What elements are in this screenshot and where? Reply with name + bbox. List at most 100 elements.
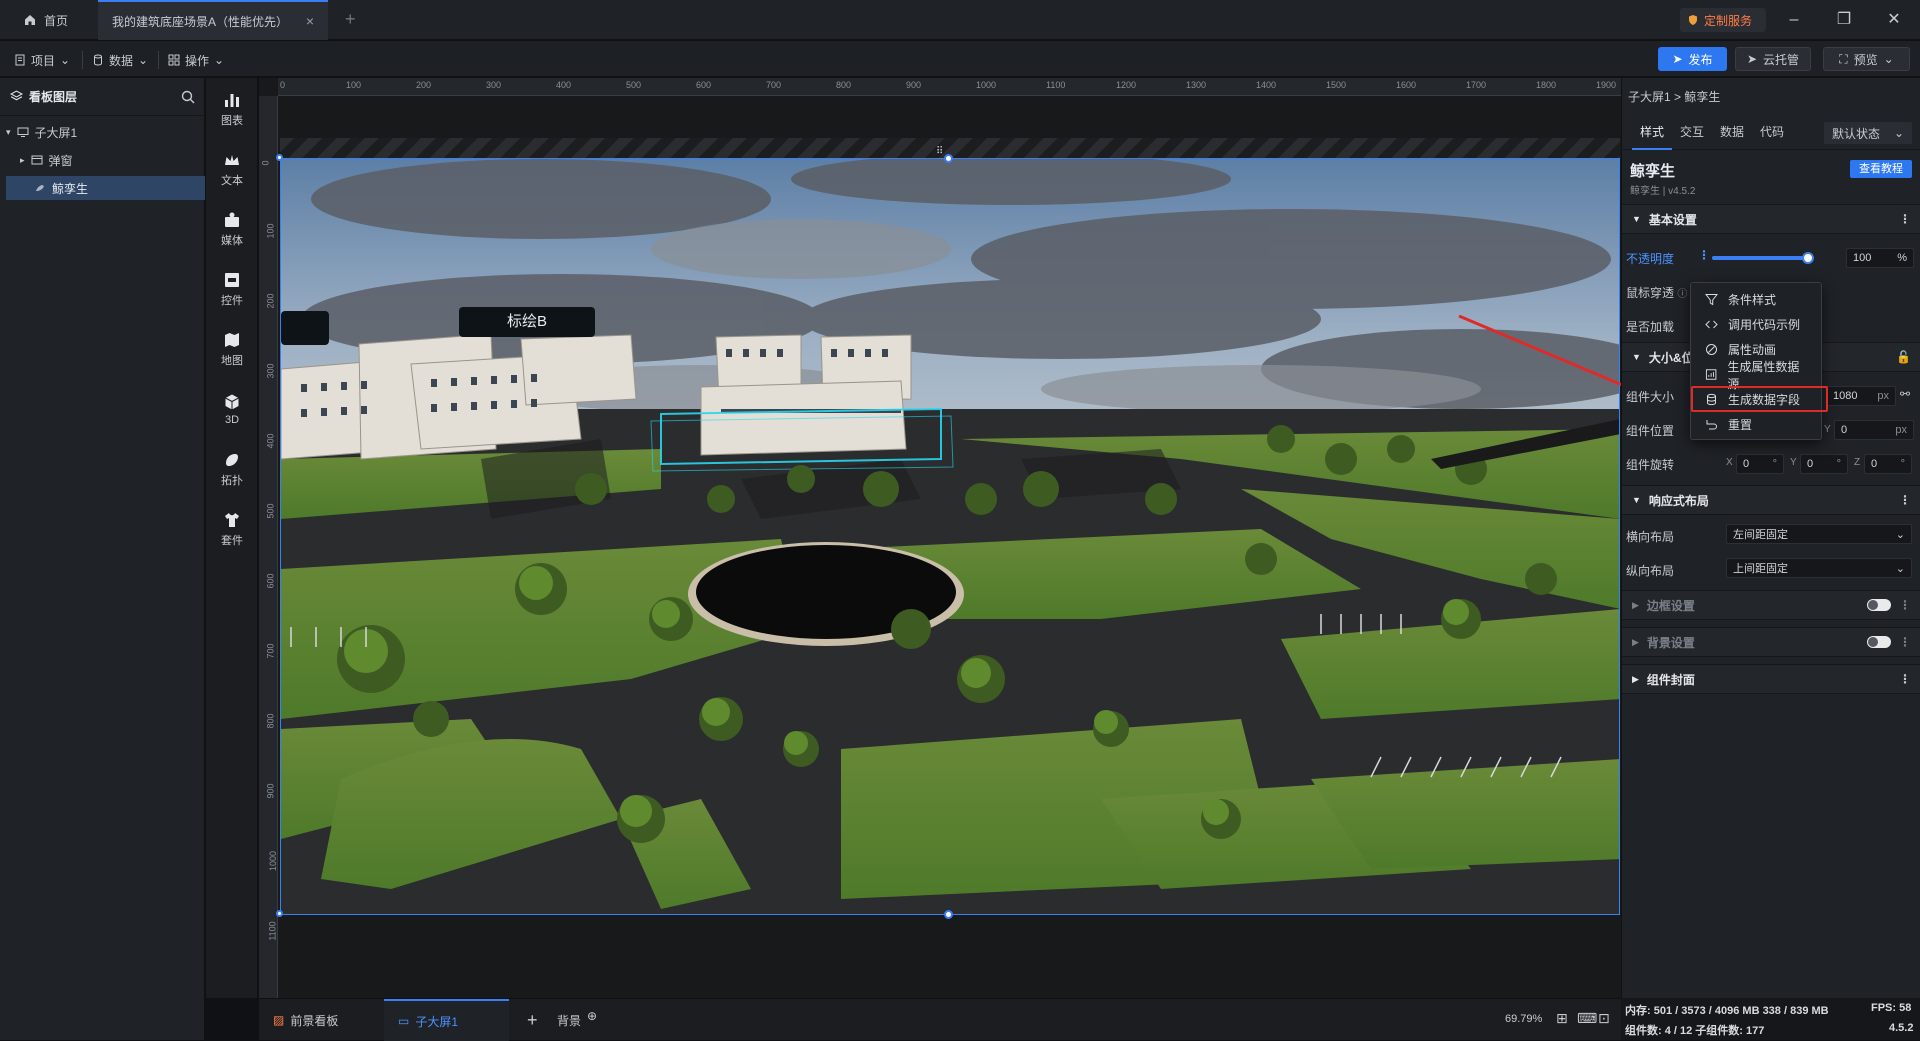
section-background-settings[interactable]: ▶ 背景设置 ⋮	[1622, 627, 1920, 657]
category-label: 拓扑	[221, 474, 243, 487]
caret-right-icon[interactable]: ▸	[20, 155, 25, 166]
restore-button[interactable]: ❐	[1824, 8, 1864, 32]
rotation-y-input[interactable]: 0 °	[1800, 454, 1848, 474]
more-icon[interactable]: ⋮	[1899, 598, 1911, 612]
fit-screen-icon[interactable]: ⊞	[1556, 1010, 1568, 1027]
category-label: 控件	[221, 294, 243, 307]
caret-down-icon: ▼	[1632, 495, 1641, 505]
menu-project[interactable]: 项目 ⌄	[14, 49, 70, 71]
section-component-cover[interactable]: ▶ 组件封面 ⋮	[1622, 664, 1920, 694]
resize-handle-top[interactable]	[944, 154, 953, 163]
annotation-label-b[interactable]: 标绘B	[459, 307, 595, 337]
opacity-slider[interactable]	[1712, 252, 1814, 264]
bar-chart-icon	[225, 93, 239, 107]
crown-text-icon	[225, 154, 239, 165]
category-control[interactable]: 控件	[206, 264, 258, 314]
tab-code[interactable]: 代码	[1752, 114, 1792, 150]
category-topology[interactable]: 拓扑	[206, 444, 258, 494]
menu-item-label: 调用代码示例	[1728, 318, 1801, 332]
vertical-layout-select[interactable]: 上间距固定 ⌄	[1726, 558, 1912, 578]
new-tab-button[interactable]: +	[345, 9, 356, 30]
caret-down-icon: ▼	[1632, 214, 1641, 224]
tab-home[interactable]: 首页	[10, 0, 86, 40]
component-count: 组件数: 4 / 12 子组件数: 177	[1625, 1025, 1765, 1037]
menu-item-generate-datasource[interactable]: 生成属性数据源	[1691, 360, 1821, 391]
menu-operate[interactable]: 操作 ⌄	[168, 49, 224, 71]
close-icon[interactable]: ×	[306, 13, 314, 29]
more-icon[interactable]: ⋮	[1698, 248, 1710, 262]
keyboard-icon[interactable]: ⌨	[1577, 1010, 1597, 1027]
vertical-ruler[interactable]: 0 100 200 300 400 500 600 700 800 900 10…	[259, 96, 278, 998]
more-icon[interactable]: ⋮	[1899, 672, 1911, 686]
state-select[interactable]: 默认状态 ⌄	[1824, 122, 1912, 144]
category-suite[interactable]: 套件	[206, 504, 258, 554]
section-title: 边框设置	[1646, 598, 1695, 613]
position-y-input[interactable]: 0 px	[1834, 420, 1914, 440]
category-text[interactable]: 文本	[206, 144, 258, 194]
resize-handle-top-left[interactable]	[276, 154, 283, 161]
horizontal-layout-select[interactable]: 左间距固定 ⌄	[1726, 524, 1912, 544]
category-map[interactable]: 地图	[206, 324, 258, 374]
ruler-tick: 1600	[1396, 80, 1417, 90]
category-chart[interactable]: 图表	[206, 84, 258, 134]
section-basic-settings[interactable]: ▼ 基本设置 ⋮	[1622, 204, 1920, 234]
category-3d[interactable]: 3D	[206, 384, 258, 434]
tab-style[interactable]: 样式	[1632, 114, 1672, 150]
3d-scene-viewport[interactable]: 标绘B	[280, 158, 1620, 915]
section-border-settings[interactable]: ▶ 边框设置 ⋮	[1622, 590, 1920, 620]
vertical-layout-label: 纵向布局	[1626, 564, 1675, 578]
cloud-hosting-button[interactable]: ➤ 云托管	[1735, 47, 1811, 71]
layer-item-twin[interactable]: 鲸孪生	[6, 176, 205, 200]
degree-unit: °	[1772, 458, 1777, 470]
layer-item-label: 鲸孪生	[52, 181, 89, 196]
rotation-z-input[interactable]: 0 °	[1864, 454, 1912, 474]
ruler-tick: 400	[265, 433, 276, 449]
tab-document-label: 我的建筑底座场景A（性能优先）	[112, 14, 289, 29]
resize-handle-bottom[interactable]	[944, 910, 953, 919]
custom-service-button[interactable]: 定制服务	[1680, 8, 1766, 32]
terminal-icon[interactable]: ⊡	[1598, 1010, 1610, 1027]
horizontal-ruler[interactable]: 0 100 200 300 400 500 600 700 800 900 10…	[278, 78, 1621, 96]
opacity-input[interactable]: 100 %	[1846, 248, 1914, 268]
menu-item-conditional-style[interactable]: 条件样式	[1691, 287, 1821, 312]
caret-down-icon[interactable]: ▾	[6, 127, 11, 138]
axis-label: Y	[1824, 424, 1831, 435]
tab-document[interactable]: 我的建筑底座场景A（性能优先） ×	[98, 0, 328, 40]
add-circle-icon[interactable]: ⊕	[587, 1009, 597, 1023]
drag-grip-icon[interactable]: ⠿	[936, 146, 943, 157]
more-icon[interactable]: ⋮	[1899, 212, 1911, 226]
rotation-x-input[interactable]: 0 °	[1736, 454, 1784, 474]
ruler-tick: 400	[556, 80, 572, 90]
menu-item-reset[interactable]: 重置	[1691, 412, 1821, 437]
opacity-slider-knob[interactable]	[1802, 252, 1814, 264]
tab-background[interactable]: 背景 ⊕	[543, 999, 611, 1041]
border-toggle[interactable]	[1867, 599, 1891, 611]
layer-item-screen[interactable]: ▾ 子大屏1	[6, 120, 205, 144]
tab-data[interactable]: 数据	[1712, 114, 1752, 150]
window-close-button[interactable]: ✕	[1874, 8, 1914, 32]
more-icon[interactable]: ⋮	[1899, 635, 1911, 649]
menu-item-code-sample[interactable]: 调用代码示例	[1691, 312, 1821, 337]
publish-button[interactable]: ➤ 发布	[1658, 47, 1727, 71]
section-responsive-layout[interactable]: ▼ 响应式布局 ⋮	[1622, 485, 1920, 515]
tab-sub-screen-label: 子大屏1	[415, 1014, 459, 1029]
size-height-input[interactable]: 1080 px	[1826, 386, 1896, 406]
background-toggle[interactable]	[1867, 636, 1891, 648]
component-category-bar: 图表 文本 媒体 控件 地图 3D 拓扑 套件	[206, 78, 258, 998]
minimize-button[interactable]: –	[1774, 8, 1814, 32]
link-icon[interactable]: ⚯	[1900, 387, 1910, 401]
layer-item-popup[interactable]: ▸ 弹窗	[6, 148, 205, 172]
help-icon[interactable]: ⓘ	[1677, 289, 1687, 300]
tab-interaction[interactable]: 交互	[1672, 114, 1712, 150]
zoom-level[interactable]: 69.79%	[1505, 1013, 1542, 1025]
tab-sub-screen[interactable]: ▭ 子大屏1	[384, 999, 509, 1041]
view-tutorial-button[interactable]: 查看教程	[1850, 160, 1912, 178]
lock-icon[interactable]: 🔓	[1896, 350, 1911, 364]
tab-front-board[interactable]: ▨ 前景看板	[259, 999, 352, 1041]
search-icon[interactable]	[181, 90, 195, 104]
category-media[interactable]: 媒体	[206, 204, 258, 254]
more-icon[interactable]: ⋮	[1899, 493, 1911, 507]
preview-button[interactable]: ⛶ 预览 ⌄	[1823, 47, 1910, 71]
resize-handle-bottom-left[interactable]	[276, 910, 283, 917]
menu-data[interactable]: 数据 ⌄	[92, 49, 148, 71]
